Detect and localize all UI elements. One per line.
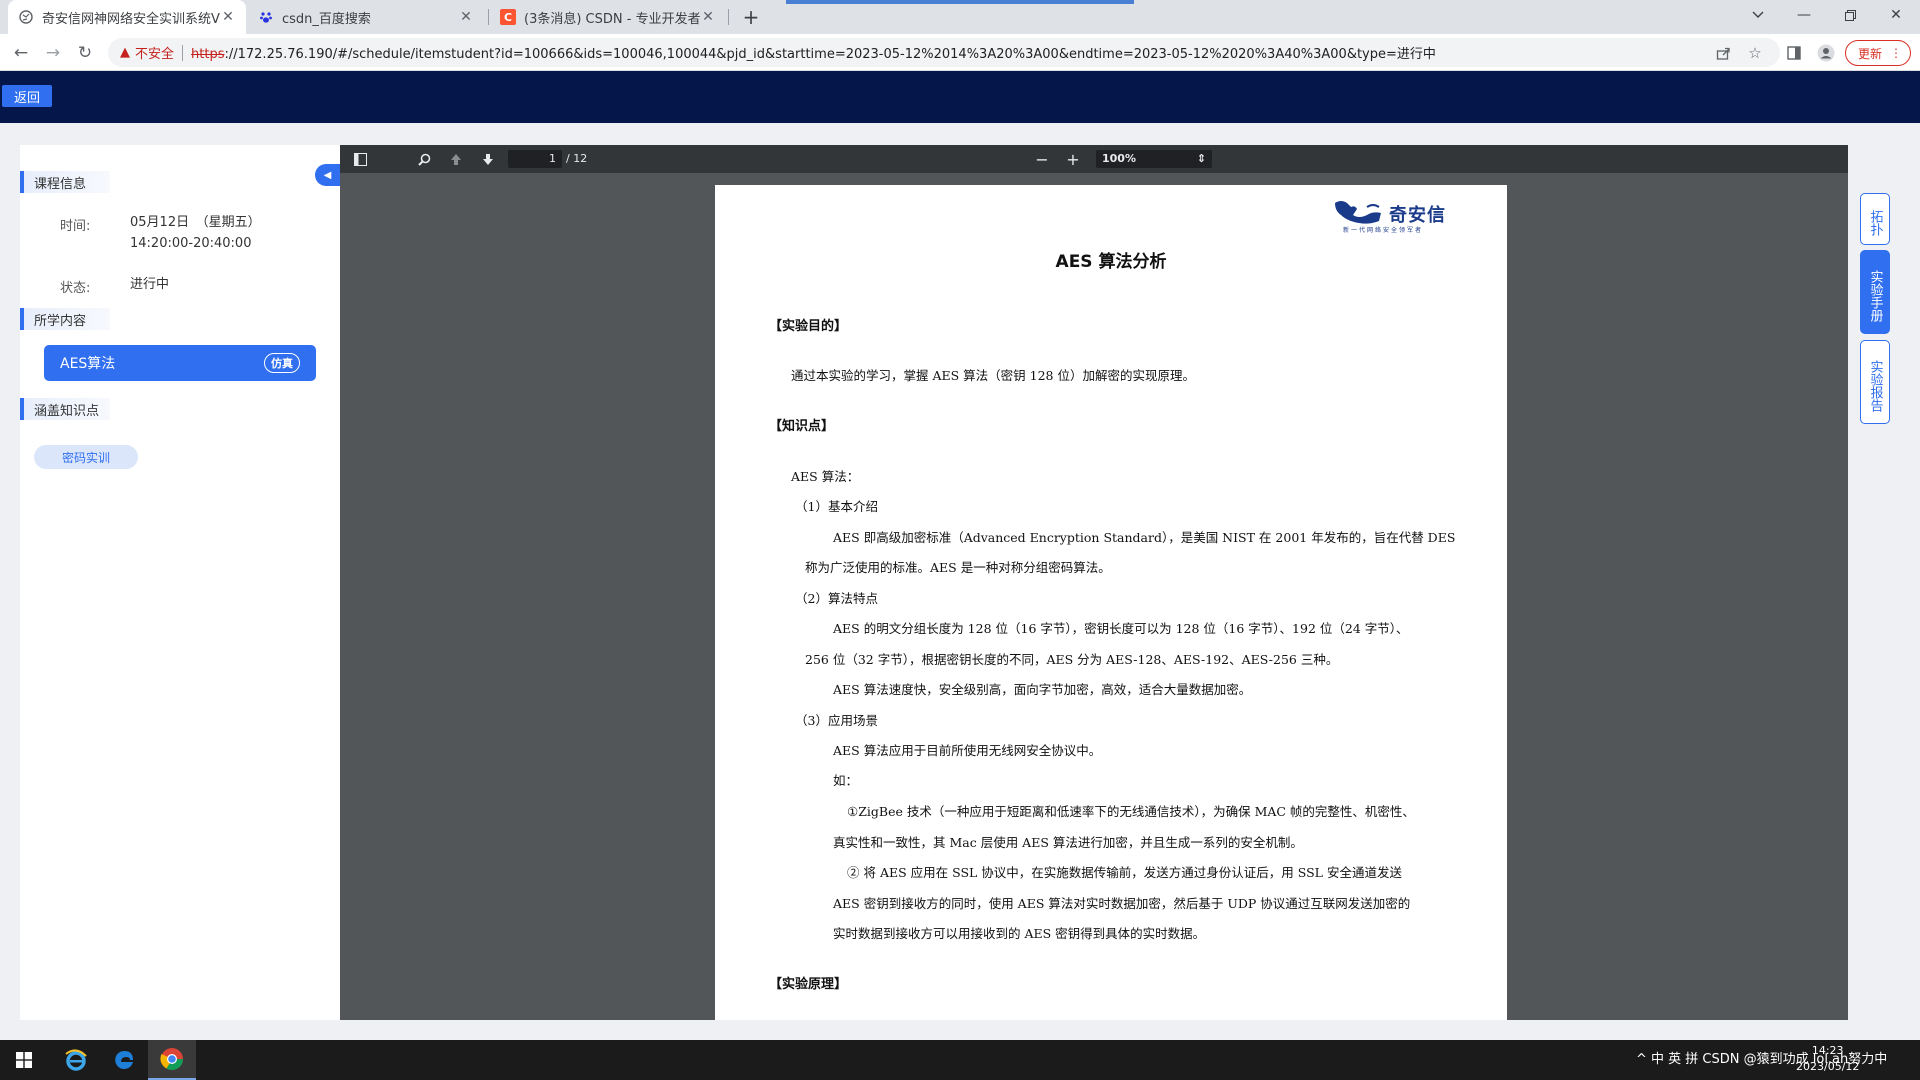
topology-button[interactable]: 拓扑	[1860, 193, 1890, 245]
browser-toolbar: ← → ↻ ▲ 不安全 https://172.25.76.190/#/sche…	[0, 34, 1920, 71]
tab-title: csdn_百度搜索	[282, 11, 371, 27]
page-total: / 12	[566, 152, 588, 165]
address-bar[interactable]: ▲ 不安全 https://172.25.76.190/#/schedule/i…	[108, 38, 1780, 67]
tab-title: (3条消息) CSDN - 专业开发者社	[524, 11, 700, 27]
profile-avatar-icon[interactable]	[1815, 42, 1837, 64]
tab-search-icon[interactable]	[1735, 0, 1781, 30]
page-number-input[interactable]: 1	[508, 150, 562, 168]
paragraph-scenarios-2: 如：	[833, 773, 859, 788]
logo-brand: 奇安信	[1389, 205, 1446, 226]
paragraph-ssl-2: AES 密钥到接收方的同时，使用 AES 算法对实时数据加密，然后基于 UDP …	[833, 896, 1411, 911]
heading-purpose: 【实验目的】	[769, 319, 848, 334]
course-info-panel: 课程信息 时间: 05月12日 （星期五） 14:20:00-20:40:00 …	[20, 145, 340, 1020]
qianxin-logo: 奇安信 新一代网络安全领军者	[1333, 199, 1463, 234]
sidebar-toggle-icon[interactable]	[350, 149, 370, 169]
logo-mark-icon	[1335, 201, 1381, 224]
windows-start-icon[interactable]	[0, 1040, 48, 1080]
omnibox-separator	[182, 44, 184, 61]
restore-button[interactable]	[1827, 0, 1873, 30]
pdf-page: 奇安信 新一代网络安全领军者 AES 算法分析 【实验目的】 通过本实验的学习，…	[715, 185, 1507, 1020]
paragraph-features-3: AES 算法速度快，安全级别高，面向字节加密，高效，适合大量数据加密。	[833, 682, 1252, 697]
zoom-in-icon[interactable]: +	[1063, 149, 1083, 169]
zoom-out-icon[interactable]: −	[1032, 149, 1052, 169]
browser-tab-strip: 奇安信网神网络安全实训系统V6 ✕ csdn_百度搜索 ✕ C (3条消息) C…	[0, 0, 1920, 34]
edge-browser-icon[interactable]	[100, 1040, 148, 1080]
knowledge-tag[interactable]: 密码实训	[34, 445, 138, 469]
back-arrow-icon[interactable]: ←	[8, 40, 34, 66]
course-item-aes[interactable]: AES算法 仿真	[44, 345, 316, 381]
tab-separator	[488, 9, 489, 25]
simulation-badge: 仿真	[264, 353, 300, 373]
app-header: 返回	[0, 71, 1920, 123]
tab-close-icon[interactable]: ✕	[700, 9, 716, 25]
forward-arrow-icon[interactable]: →	[40, 40, 66, 66]
logo-slogan: 新一代网络安全领军者	[1343, 227, 1424, 234]
paragraph-intro-1: AES 即高级加密标准（Advanced Encryption Standard…	[833, 530, 1456, 545]
paragraph-zigbee-1: ①ZigBee 技术（一种应用于短距离和低速率下的无线通信技术），为确保 MAC…	[847, 804, 1415, 819]
paragraph-ssl-1: ② 将 AES 应用在 SSL 协议中，在实施数据传输前，发送方通过身份认证后，…	[847, 865, 1402, 880]
paragraph-features-1: AES 的明文分组长度为 128 位（16 字节），密钥长度可以为 128 位（…	[833, 621, 1409, 636]
reload-icon[interactable]: ↻	[72, 40, 98, 66]
paragraph-aes: AES 算法：	[791, 469, 860, 484]
minimize-button[interactable]: —	[1781, 0, 1827, 30]
tab-separator	[728, 9, 729, 25]
paragraph-features-2: 256 位（32 字节），根据密钥长度的不同，AES 分为 AES-128、AE…	[805, 652, 1339, 667]
lab-manual-button[interactable]: 实验手册	[1860, 250, 1890, 334]
new-tab-button[interactable]: +	[738, 4, 764, 30]
paragraph-intro-2: 称为广泛使用的标准。AES 是一种对称分组密码算法。	[805, 560, 1111, 575]
csdn-logo-icon: C	[500, 9, 516, 25]
paragraph-ssl-3: 实时数据到接收方可以用接收到的 AES 密钥得到具体的实时数据。	[833, 926, 1206, 941]
date-value: 05月12日 （星期五）	[130, 215, 261, 230]
baidu-paw-icon	[258, 9, 274, 25]
browser-tab-baidu[interactable]: csdn_百度搜索 ✕	[248, 0, 484, 34]
course-item-label: AES算法	[60, 356, 116, 372]
browser-tab-active[interactable]: 奇安信网神网络安全实训系统V6 ✕	[8, 0, 246, 34]
lab-report-button[interactable]: 实验报告	[1860, 340, 1890, 424]
heading-principle: 【实验原理】	[769, 977, 848, 992]
zoom-select[interactable]: 100% ⇕	[1096, 150, 1212, 168]
tab-title: 奇安信网神网络安全实训系统V6	[42, 11, 220, 27]
subheading-features: （2）算法特点	[795, 591, 878, 606]
back-button[interactable]: 返回	[2, 85, 52, 107]
select-arrow-icon: ⇕	[1196, 152, 1206, 165]
pdf-viewer[interactable]: 1 / 12 − + 100% ⇕ 奇安信 新一代网络安全领军者 AES 算法分…	[340, 145, 1848, 1020]
security-warning[interactable]: ▲ 不安全	[120, 43, 174, 62]
subheading-scenarios: （3）应用场景	[795, 713, 878, 728]
subheading-intro: （1）基本介绍	[795, 499, 878, 514]
collapse-panel-button[interactable]: ◀	[315, 164, 340, 186]
paragraph-purpose: 通过本实验的学习，掌握 AES 算法（密钥 128 位）加解密的实现原理。	[791, 368, 1195, 383]
warning-triangle-icon: ▲	[120, 45, 130, 60]
site-globe-icon	[18, 9, 34, 25]
document-title: AES 算法分析	[1055, 252, 1167, 272]
search-icon[interactable]	[414, 149, 434, 169]
browser-tab-csdn[interactable]: C (3条消息) CSDN - 专业开发者社 ✕	[490, 0, 726, 34]
update-button[interactable]: 更新 ⋮	[1845, 40, 1911, 66]
url-text[interactable]: https://172.25.76.190/#/schedule/itemstu…	[191, 43, 1436, 62]
side-panel-icon[interactable]	[1783, 42, 1805, 64]
pdf-toolbar: 1 / 12 − + 100% ⇕	[340, 145, 1848, 173]
windows-taskbar: ^ 中 英 拼 CSDN @猿到功成 lol.ah努力中 14:23 2023/…	[0, 1040, 1920, 1080]
status-value: 进行中	[130, 277, 170, 292]
tab-close-icon[interactable]: ✕	[458, 9, 474, 25]
time-label: 时间:	[60, 219, 91, 234]
close-window-button[interactable]: ✕	[1873, 0, 1919, 30]
section-title-knowledge: 涵盖知识点	[20, 398, 110, 420]
section-title-content: 所学内容	[20, 308, 110, 330]
taskbar-clock[interactable]: 14:23 2023/05/12	[1796, 1043, 1859, 1075]
loading-bar	[786, 0, 1134, 4]
previous-page-icon[interactable]	[446, 149, 466, 169]
status-label: 状态:	[60, 281, 91, 296]
more-vert-icon: ⋮	[1890, 46, 1902, 60]
paragraph-zigbee-2: 真实性和一致性，其 Mac 层使用 AES 算法进行加密，并且生成一系列的安全机…	[833, 835, 1303, 850]
share-icon[interactable]	[1712, 42, 1734, 64]
paragraph-scenarios-1: AES 算法应用于目前所使用无线网安全协议中。	[833, 743, 1102, 758]
bookmark-star-icon[interactable]: ☆	[1744, 42, 1766, 64]
heading-knowledge: 【知识点】	[769, 419, 835, 434]
tab-close-icon[interactable]: ✕	[220, 9, 236, 25]
time-value: 14:20:00-20:40:00	[130, 236, 252, 251]
chrome-browser-icon[interactable]	[148, 1040, 196, 1080]
next-page-icon[interactable]	[478, 149, 498, 169]
section-title-course-info: 课程信息	[20, 171, 110, 193]
ie-browser-icon[interactable]	[52, 1040, 100, 1080]
